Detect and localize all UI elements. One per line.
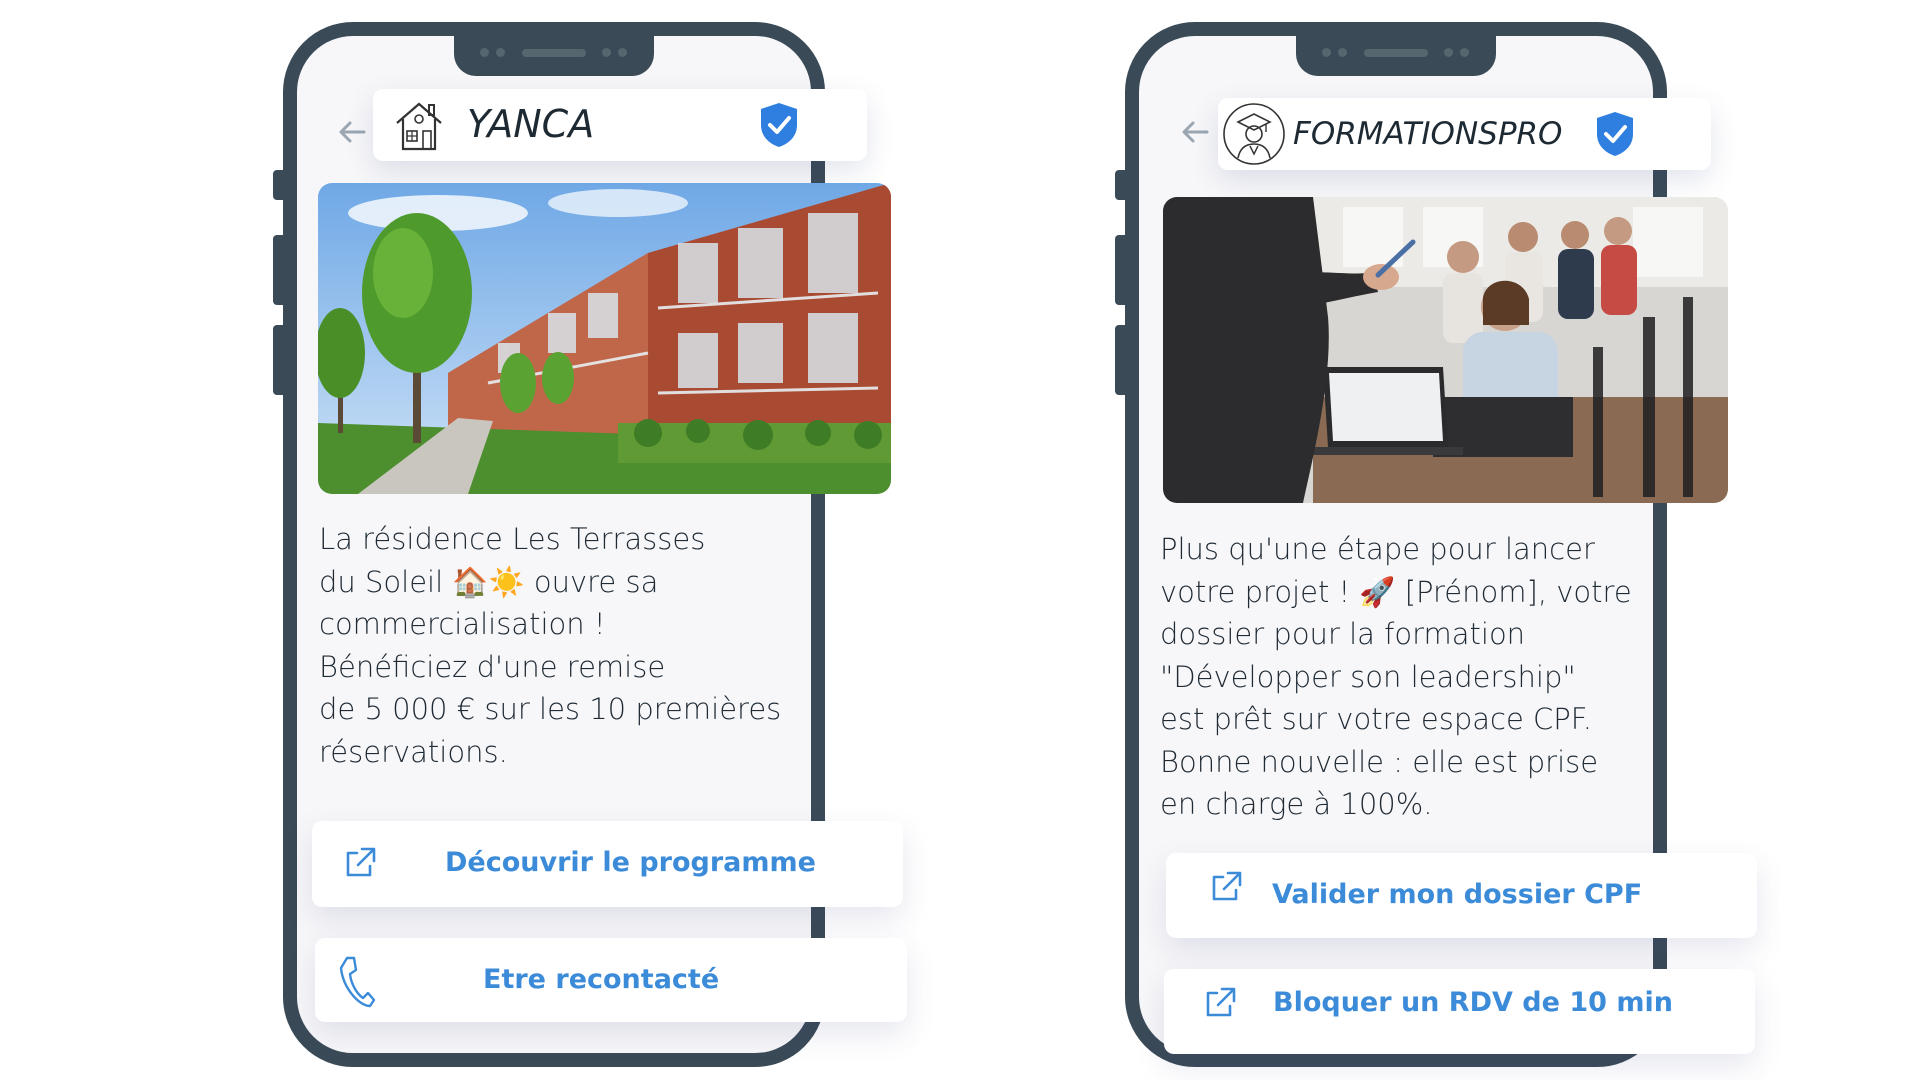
phone-side-button <box>1115 325 1125 395</box>
button-label: Découvrir le programme <box>445 847 816 878</box>
discover-program-button[interactable]: Découvrir le programme <box>312 821 903 907</box>
phone-notch <box>454 34 654 76</box>
message-text: Plus qu'une étape pour lancer votre proj… <box>1160 532 1632 821</box>
button-label: Etre recontacté <box>483 964 720 995</box>
phone-icon <box>339 956 376 1008</box>
phone-side-button <box>1115 170 1125 200</box>
external-link-icon <box>1212 871 1242 901</box>
sender-name: YANCA <box>467 102 595 146</box>
residential-buildings-photo <box>318 183 891 494</box>
external-link-icon <box>1206 987 1236 1017</box>
sender-name: FORMATIONSPRO <box>1293 116 1563 152</box>
recontact-button[interactable]: Etre recontacté <box>315 938 907 1022</box>
verified-shield-icon <box>1597 112 1633 156</box>
phone-side-button <box>273 170 283 200</box>
phone-side-button <box>273 325 283 395</box>
graduate-logo-icon <box>1223 103 1285 165</box>
back-arrow-icon[interactable] <box>337 118 367 146</box>
button-label: Valider mon dossier CPF <box>1272 879 1643 910</box>
button-label: Bloquer un RDV de 10 min <box>1273 987 1673 1018</box>
phone-side-button <box>1115 235 1125 305</box>
training-classroom-photo <box>1163 197 1728 503</box>
house-logo-icon <box>396 102 442 151</box>
sender-header: FORMATIONSPRO <box>1218 98 1711 170</box>
book-meeting-button[interactable]: Bloquer un RDV de 10 min <box>1164 969 1755 1054</box>
back-arrow-icon[interactable] <box>1180 118 1210 146</box>
external-link-icon <box>346 847 376 877</box>
phone-side-button <box>273 235 283 305</box>
validate-cpf-button[interactable]: Valider mon dossier CPF <box>1166 853 1757 938</box>
verified-shield-icon <box>761 103 797 147</box>
phone-notch <box>1296 34 1496 76</box>
message-text: La résidence Les Terrasses du Soleil 🏠☀️… <box>319 522 782 769</box>
sender-header: YANCA <box>373 89 867 161</box>
